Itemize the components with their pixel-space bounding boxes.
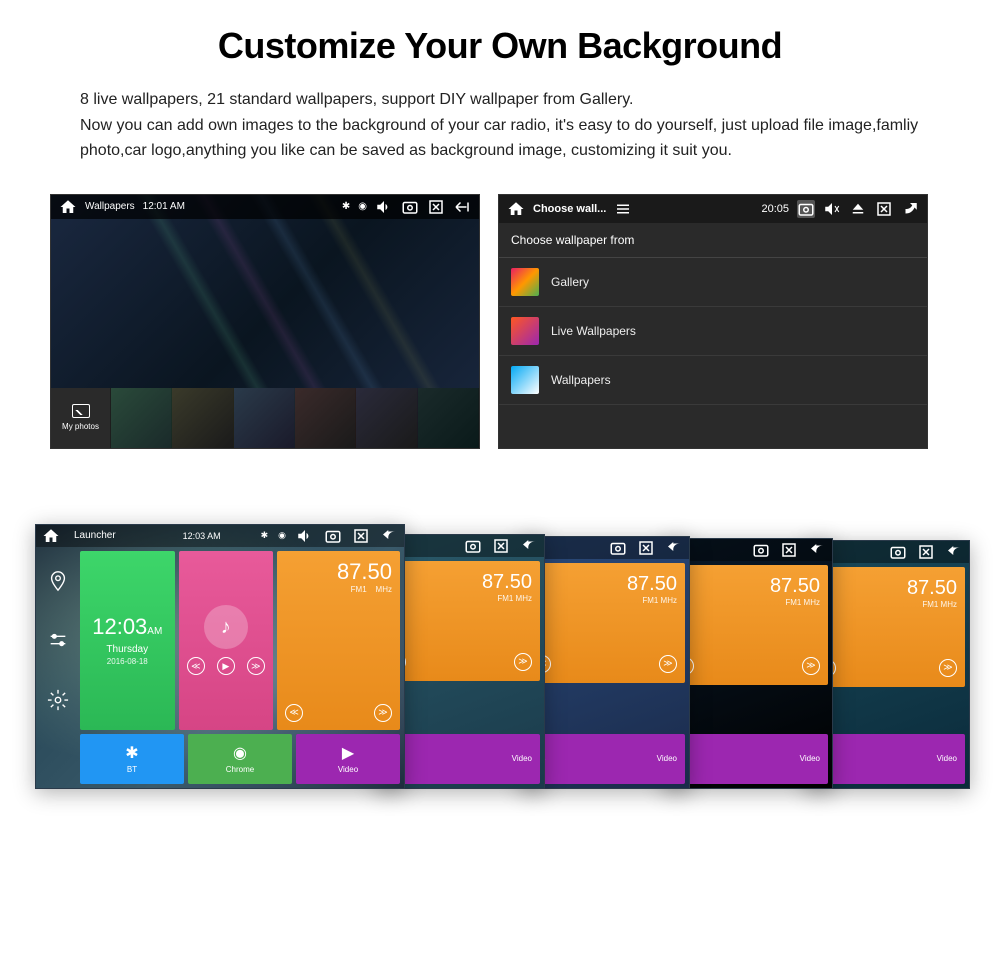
music-tile[interactable]: ♪ ≪ ▶ ≫ <box>179 551 274 730</box>
wallpaper-thumb[interactable] <box>111 388 172 448</box>
video-tile[interactable]: ▶ Video <box>296 734 400 784</box>
status-bar: Wallpapers 12:01 AM ✱ ◉ <box>51 195 479 219</box>
back-icon[interactable] <box>453 198 471 216</box>
clock-time: 12:01 AM <box>143 201 185 212</box>
prev-track-icon[interactable]: ≪ <box>187 657 205 675</box>
wallpaper-picker-screenshot: Wallpapers 12:01 AM ✱ ◉ My photos <box>50 194 480 449</box>
choose-wallpaper-screenshot: Choose wall... 20:05 Choose wallpaper fr… <box>498 194 928 449</box>
location-icon: ◉ <box>278 530 286 541</box>
radio-tile[interactable]: 87.50 FM1 MHz ≪≫ <box>525 563 685 683</box>
clock-tile[interactable]: 12:03AM Thursday 2016-08-18 <box>80 551 175 730</box>
camera-icon[interactable] <box>401 198 419 216</box>
radio-tile[interactable]: 87.50 FM1 MHz ≪≫ <box>668 565 828 685</box>
wallpaper-thumb[interactable] <box>418 388 479 448</box>
radio-tile[interactable]: 87.50 FM1 MHz ≪ ≫ <box>277 551 400 730</box>
option-live-wallpapers[interactable]: Live Wallpapers <box>499 307 927 356</box>
wallpaper-thumb[interactable] <box>295 388 356 448</box>
play-icon[interactable]: ▶ <box>217 657 235 675</box>
home-icon[interactable] <box>59 198 77 216</box>
gallery-icon <box>511 268 539 296</box>
camera-icon[interactable] <box>464 537 482 555</box>
volume-icon[interactable] <box>296 527 314 545</box>
close-icon[interactable] <box>637 539 655 557</box>
back-arrow-icon[interactable] <box>945 543 963 561</box>
close-icon[interactable] <box>352 527 370 545</box>
close-icon[interactable] <box>875 200 893 218</box>
status-bar: Choose wall... 20:05 <box>499 195 927 223</box>
camera-icon[interactable] <box>797 200 815 218</box>
camera-icon[interactable] <box>324 527 342 545</box>
back-icon[interactable] <box>901 200 919 218</box>
photo-icon <box>72 404 90 418</box>
wallpaper-thumb[interactable] <box>356 388 417 448</box>
screen-title: Choose wall... <box>533 203 606 215</box>
option-wallpapers[interactable]: Wallpapers <box>499 356 927 405</box>
volume-icon[interactable] <box>375 198 393 216</box>
settings-gear-icon[interactable] <box>47 689 69 711</box>
wallpapers-icon <box>511 366 539 394</box>
location-icon: ◉ <box>358 201 367 212</box>
bluetooth-icon: ✱ <box>261 530 269 541</box>
home-icon[interactable] <box>507 200 525 218</box>
wallpaper-thumb[interactable] <box>234 388 295 448</box>
next-icon[interactable]: ≫ <box>939 659 957 677</box>
live-wallpapers-icon <box>511 317 539 345</box>
chrome-tile[interactable]: ◉ Chrome <box>188 734 292 784</box>
radio-tile[interactable]: 87.50 FM1 MHz ≪≫ <box>810 567 965 687</box>
clock-time: 20:05 <box>761 203 789 215</box>
nav-pin-icon[interactable] <box>47 570 69 592</box>
back-arrow-icon[interactable] <box>808 541 826 559</box>
chooser-section-header: Choose wallpaper from <box>499 223 927 258</box>
next-icon[interactable]: ≫ <box>659 655 677 673</box>
close-icon[interactable] <box>427 198 445 216</box>
back-arrow-icon[interactable] <box>520 537 538 555</box>
screen-title: Wallpapers <box>85 201 135 212</box>
launcher-carousel: 87.50 FM1 MHz ≪≫ ▶ Video 87.50 <box>0 499 1000 789</box>
wallpaper-thumb[interactable] <box>172 388 233 448</box>
close-icon[interactable] <box>917 543 935 561</box>
video-tile[interactable]: ▶ Video <box>668 734 828 784</box>
page-description: 8 live wallpapers, 21 standard wallpaper… <box>80 87 920 164</box>
back-arrow-icon[interactable] <box>665 539 683 557</box>
launcher-sidebar <box>40 551 76 730</box>
camera-icon[interactable] <box>609 539 627 557</box>
next-track-icon[interactable]: ≫ <box>247 657 265 675</box>
page-title: Customize Your Own Background <box>80 25 920 67</box>
close-icon[interactable] <box>492 537 510 555</box>
music-note-icon: ♪ <box>204 605 248 649</box>
next-icon[interactable]: ≫ <box>514 653 532 671</box>
seek-next-icon[interactable]: ≫ <box>374 704 392 722</box>
menu-icon[interactable] <box>614 200 632 218</box>
mute-icon[interactable] <box>823 200 841 218</box>
card-topbar: Launcher 12:03 AM ✱ ◉ <box>36 525 404 547</box>
launcher-card-front: Launcher 12:03 AM ✱ ◉ 12:03AM Thursda <box>35 524 405 789</box>
card-topbar <box>521 537 689 559</box>
video-icon: ▶ <box>342 743 354 763</box>
bluetooth-tile[interactable]: ✱ BT <box>80 734 184 784</box>
bluetooth-icon: ✱ <box>342 201 350 212</box>
video-tile[interactable]: ▶ Video <box>810 734 965 784</box>
seek-prev-icon[interactable]: ≪ <box>285 704 303 722</box>
camera-icon[interactable] <box>752 541 770 559</box>
wallpaper-thumbnails: My photos <box>51 388 479 448</box>
bluetooth-icon: ✱ <box>125 743 138 763</box>
camera-icon[interactable] <box>889 543 907 561</box>
tuner-icon[interactable] <box>47 629 69 651</box>
my-photos-tile[interactable]: My photos <box>51 388 111 448</box>
video-tile[interactable]: ▶ Video <box>525 734 685 784</box>
eject-icon[interactable] <box>849 200 867 218</box>
option-gallery[interactable]: Gallery <box>499 258 927 307</box>
close-icon[interactable] <box>780 541 798 559</box>
back-arrow-icon[interactable] <box>380 527 398 545</box>
chrome-icon: ◉ <box>233 743 247 763</box>
next-icon[interactable]: ≫ <box>802 657 820 675</box>
launcher-card: 87.50 FM1 MHz ≪≫ ▶ Video <box>520 536 690 789</box>
home-icon[interactable] <box>42 527 60 545</box>
